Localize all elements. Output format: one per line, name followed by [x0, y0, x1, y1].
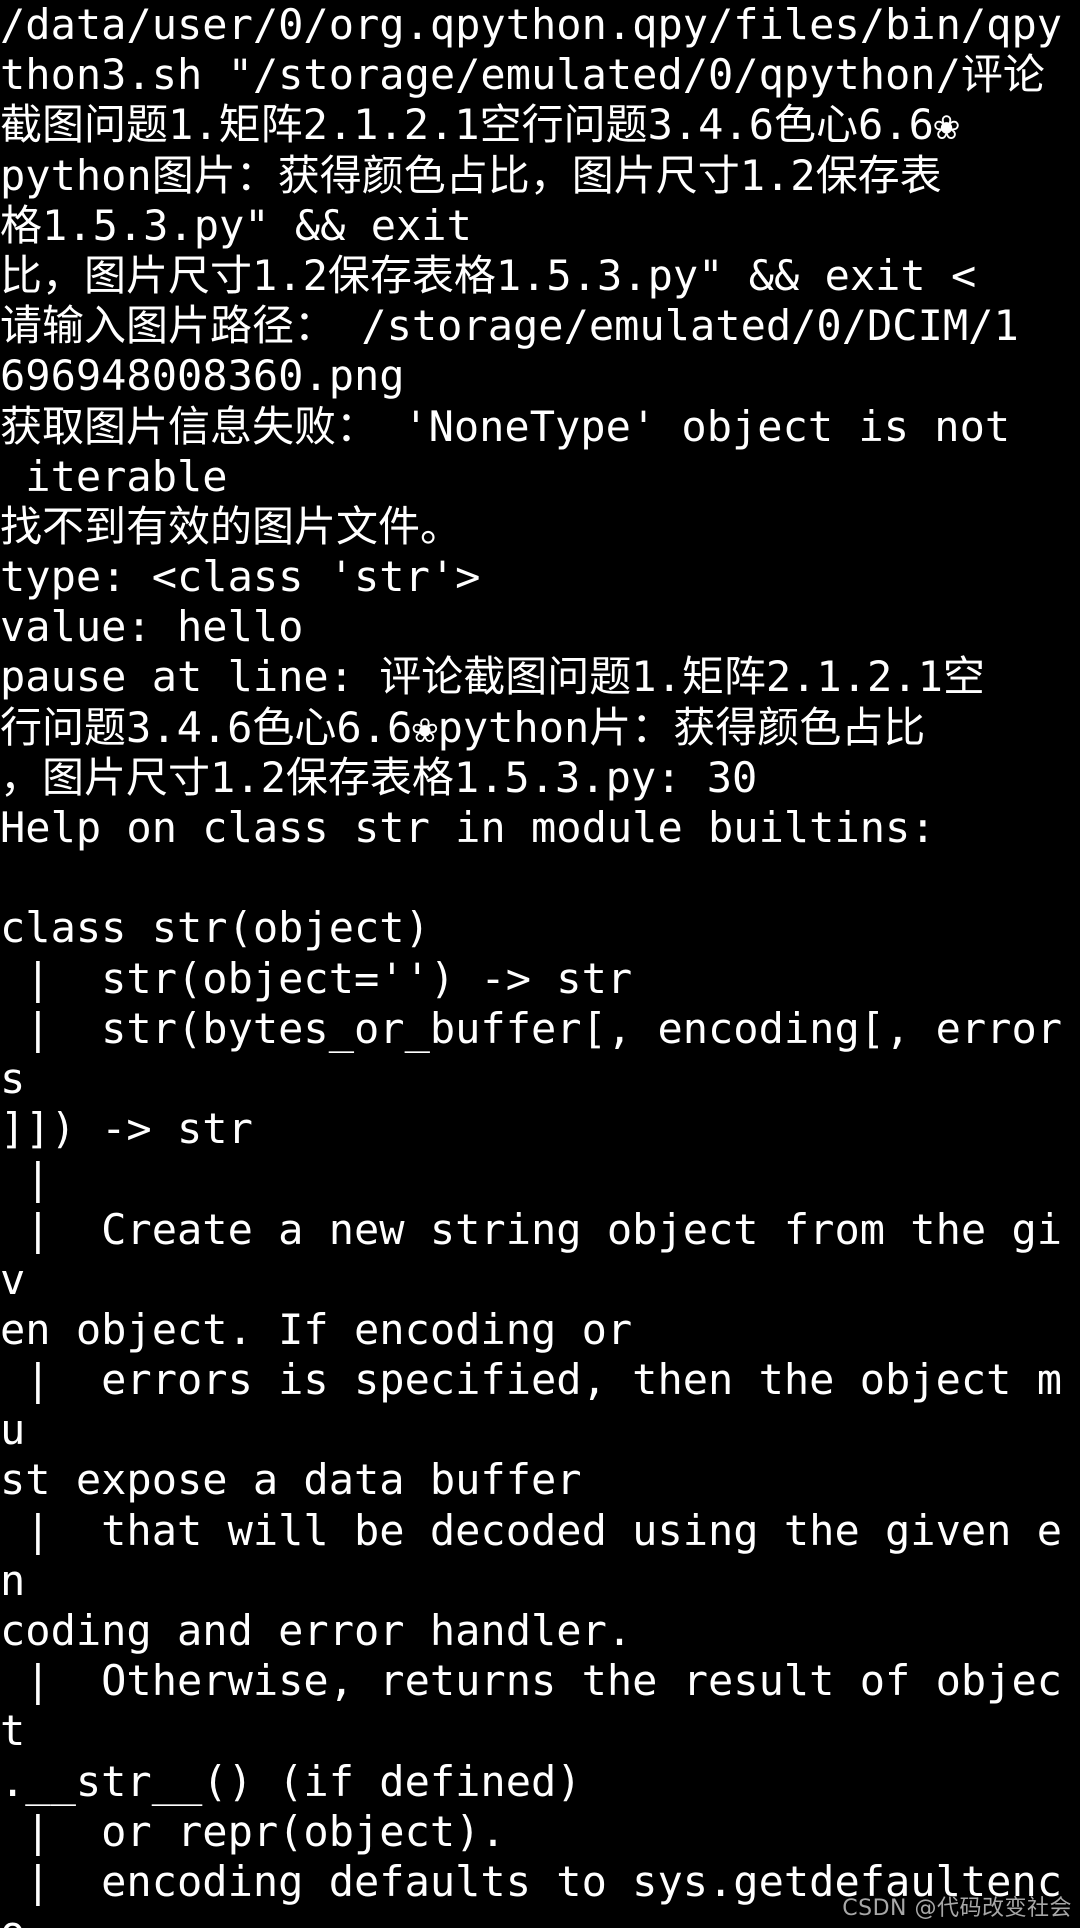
- terminal-output[interactable]: /data/user/0/org.qpython.qpy/files/bin/q…: [0, 0, 1080, 1928]
- terminal-line: pause at line: 评论截图问题1.矩阵2.1.2.1空: [0, 652, 985, 702]
- terminal-line: 格1.5.3.py" && exit: [0, 200, 472, 250]
- terminal-line: /data/user/0/org.qpython.qpy/files/bin/q…: [0, 0, 1063, 49]
- terminal-line: | Otherwise, returns the result of objec: [0, 1656, 1063, 1706]
- terminal-line: .__str__() (if defined): [0, 1756, 582, 1806]
- terminal-line: s: [0, 1053, 26, 1103]
- csdn-watermark: CSDN @代码改变社会: [842, 1896, 1072, 1921]
- terminal-line: v: [0, 1254, 26, 1304]
- terminal-line: Help on class str in module builtins:: [0, 803, 936, 852]
- terminal-line: coding and error handler.: [0, 1606, 633, 1655]
- terminal-line: | errors is specified, then the object m: [0, 1355, 1063, 1405]
- terminal-line: type: <class 'str'>: [0, 552, 481, 602]
- terminal-line: st expose a data buffer: [0, 1455, 582, 1505]
- terminal-line: ]]) -> str: [0, 1104, 253, 1154]
- terminal-line: 比，图片尺寸1.2保存表格1.5.3.py" && exit <: [0, 250, 977, 300]
- terminal-line: n: [0, 1555, 26, 1605]
- terminal-line: 获取图片信息失败： 'NoneType' object is not: [0, 401, 1011, 451]
- terminal-line: 行问题3.4.6色心6.6❀python片：获得颜色占比: [0, 702, 926, 752]
- terminal-line: 696948008360.png: [0, 351, 405, 401]
- terminal-line: | or repr(object).: [0, 1806, 506, 1856]
- terminal-line: value: hello: [0, 602, 304, 652]
- terminal-line: 找不到有效的图片文件。: [0, 501, 463, 551]
- terminal-line: python图片：获得颜色占比，图片尺寸1.2保存表: [0, 150, 942, 200]
- terminal-line: iterable: [0, 451, 228, 501]
- terminal-line: |: [0, 1154, 51, 1204]
- terminal-line: t: [0, 1706, 26, 1756]
- terminal-line: | Create a new string object from the gi: [0, 1204, 1063, 1254]
- terminal-line: | str(object='') -> str: [0, 953, 633, 1003]
- terminal-line: en object. If encoding or: [0, 1304, 633, 1354]
- terminal-line: | str(bytes_or_buffer[, encoding[, error: [0, 1003, 1063, 1053]
- terminal-line: thon3.sh "/storage/emulated/0/qpython/评论: [0, 50, 1045, 100]
- terminal-line: | that will be decoded using the given e: [0, 1505, 1063, 1555]
- terminal-line: 截图问题1.矩阵2.1.2.1空行问题3.4.6色心6.6❀: [0, 100, 960, 150]
- terminal-line: class str(object): [0, 903, 430, 953]
- terminal-line: ，图片尺寸1.2保存表格1.5.3.py: 30: [0, 752, 758, 802]
- terminal-line: u: [0, 1405, 26, 1455]
- terminal-line: 请输入图片路径： /storage/emulated/0/DCIM/1: [0, 301, 1019, 351]
